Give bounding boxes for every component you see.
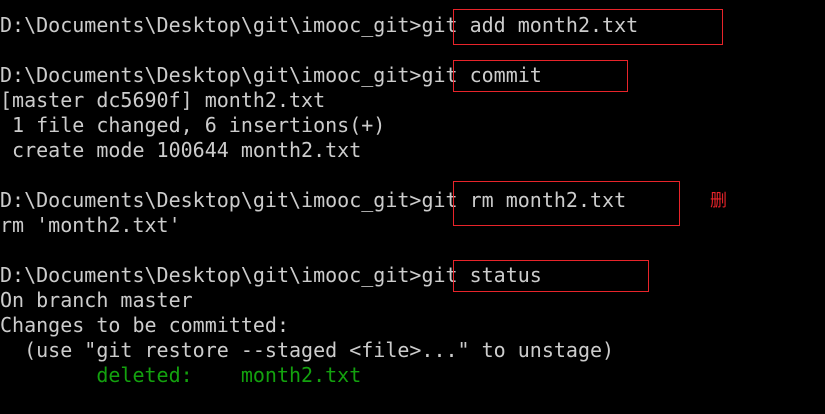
output-line: 1 file changed, 6 insertions(+) [0,113,386,137]
output-line: On branch master [0,288,193,312]
prompt: D:\Documents\Desktop\git\imooc_git> [0,188,422,212]
output-line: Changes to be committed: [0,313,289,337]
highlight-box-commit [453,60,628,92]
highlight-box-add [453,9,723,45]
output-line: create mode 100644 month2.txt [0,138,362,162]
terminal-window[interactable]: D:\Documents\Desktop\git\imooc_git>git a… [0,0,825,414]
annotation-note: 删 [710,191,727,211]
prompt: D:\Documents\Desktop\git\imooc_git> [0,63,422,87]
prompt: D:\Documents\Desktop\git\imooc_git> [0,263,422,287]
highlight-box-rm [453,181,680,226]
deleted-file-line: deleted: month2.txt [0,363,361,388]
highlight-box-status [453,260,649,292]
output-line: (use "git restore --staged <file>..." to… [0,338,615,362]
prompt: D:\Documents\Desktop\git\imooc_git> [0,13,422,37]
output-line: rm 'month2.txt' [0,213,181,237]
output-line: [master dc5690f] month2.txt [0,88,326,112]
deleted-entry: deleted: month2.txt [96,363,362,387]
